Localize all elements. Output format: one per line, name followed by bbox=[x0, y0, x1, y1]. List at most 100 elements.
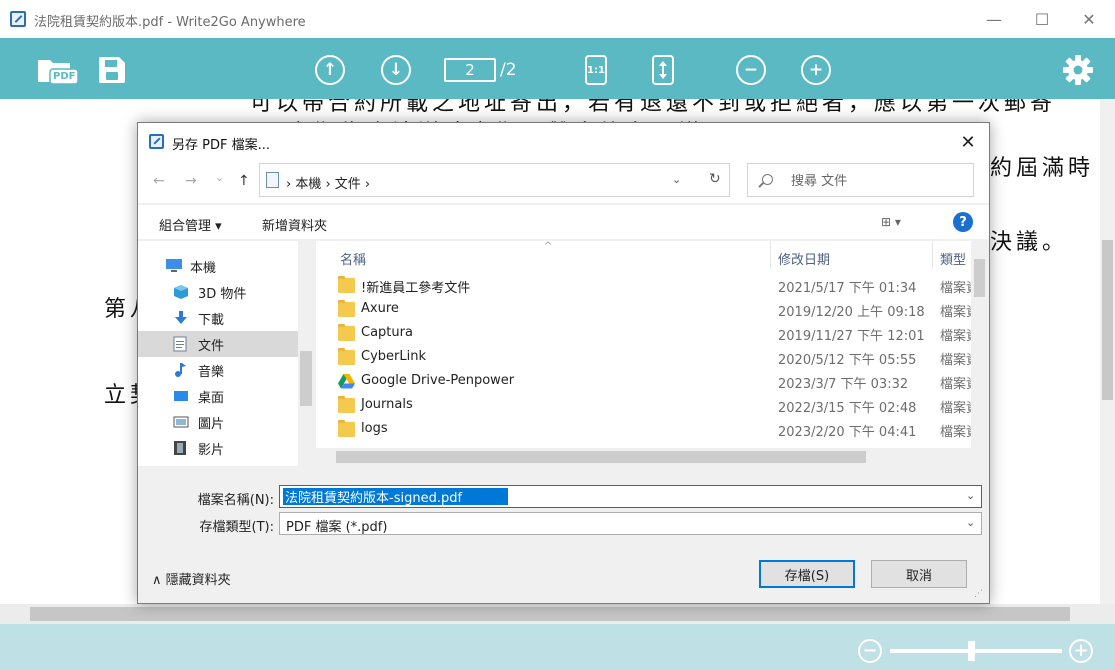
nav-item-label: 桌面 bbox=[198, 390, 225, 406]
cancel-button[interactable]: 取消 bbox=[871, 560, 967, 588]
plus-icon: + bbox=[1073, 640, 1089, 661]
file-list-vertical-scroll-thumb[interactable] bbox=[974, 259, 985, 297]
status-zoom-out-button[interactable]: − bbox=[858, 639, 882, 663]
file-date: 2019/11/27 下午 12:01 bbox=[778, 329, 925, 344]
address-dropdown-icon[interactable]: ⌄ bbox=[672, 173, 681, 186]
search-box[interactable] bbox=[747, 163, 974, 197]
minimize-button[interactable]: — bbox=[979, 8, 1009, 30]
column-divider[interactable] bbox=[932, 241, 933, 269]
file-type: 檔案資料夾 bbox=[940, 281, 971, 296]
column-header-date[interactable]: 修改日期 bbox=[778, 249, 830, 268]
status-bar bbox=[0, 624, 1115, 670]
documents-folder-icon bbox=[266, 172, 279, 188]
arrow-up-icon: ↑ bbox=[322, 59, 338, 80]
nav-item-pictures[interactable]: 圖片 bbox=[138, 409, 298, 435]
file-name: Google Drive-Penpower bbox=[361, 373, 515, 388]
up-folder-button[interactable]: ↑ bbox=[238, 173, 250, 189]
chevron-down-icon[interactable]: ⌄ bbox=[966, 516, 975, 529]
document-vertical-scroll-thumb[interactable] bbox=[1102, 240, 1113, 400]
file-row[interactable]: Captura 2019/11/27 下午 12:01 檔案資料夾 bbox=[316, 322, 971, 346]
folder-icon bbox=[338, 300, 355, 317]
file-row[interactable]: CyberLink 2020/5/12 下午 05:55 檔案資料夾 bbox=[316, 346, 971, 370]
file-row[interactable]: Journals 2022/3/15 下午 02:48 檔案資料夾 bbox=[316, 394, 971, 418]
chevron-down-icon[interactable]: ⌄ bbox=[966, 489, 975, 502]
organize-menu[interactable]: 組合管理 ▾ bbox=[159, 215, 222, 234]
document-horizontal-scroll-thumb[interactable] bbox=[30, 607, 1070, 621]
hide-folders-button[interactable]: ∧ 隱藏資料夾 bbox=[152, 569, 231, 588]
zoom-in-button[interactable]: + bbox=[801, 55, 831, 85]
file-list-horizontal-scroll-thumb[interactable] bbox=[336, 451, 866, 463]
file-date: 2022/3/15 下午 02:48 bbox=[778, 401, 917, 416]
file-type: 檔案資料夾 bbox=[940, 425, 971, 440]
filetype-value: PDF 檔案 (*.pdf) bbox=[286, 520, 388, 535]
settings-button[interactable] bbox=[1061, 53, 1095, 87]
filename-input[interactable] bbox=[283, 488, 508, 505]
zoom-slider[interactable] bbox=[890, 649, 1062, 653]
gear-icon bbox=[1063, 55, 1093, 85]
arrow-down-icon: ↓ bbox=[388, 59, 404, 80]
recent-locations-button[interactable]: ⌄ bbox=[215, 171, 224, 184]
address-bar[interactable]: › 本機 › 文件 › ⌄ ↻ bbox=[259, 163, 730, 197]
nav-item-videos[interactable]: 影片 bbox=[138, 435, 298, 461]
refresh-icon[interactable]: ↻ bbox=[709, 171, 721, 187]
search-input[interactable] bbox=[791, 172, 966, 190]
new-folder-button[interactable]: 新增資料夾 bbox=[262, 215, 327, 234]
nav-item-documents[interactable]: 文件 bbox=[138, 331, 298, 357]
file-row[interactable]: !新進員工參考文件 2021/5/17 下午 01:34 檔案資料夾 bbox=[316, 274, 971, 298]
nav-item-music[interactable]: 音樂 bbox=[138, 357, 298, 383]
address-path[interactable]: › 本機 › 文件 › bbox=[286, 173, 370, 192]
nav-item-label: 影片 bbox=[198, 442, 225, 458]
page-number-input[interactable]: 2 bbox=[444, 58, 496, 82]
file-name: Journals bbox=[361, 397, 413, 412]
app-icon bbox=[10, 11, 26, 27]
filetype-select[interactable]: PDF 檔案 (*.pdf) ⌄ bbox=[279, 512, 982, 535]
nav-item-this-pc[interactable]: 本機 bbox=[138, 253, 298, 279]
nav-item-label: 下載 bbox=[198, 312, 225, 328]
resize-grip-icon[interactable]: ⋰ bbox=[974, 589, 983, 599]
doc-line: 決議。 bbox=[990, 230, 1069, 255]
save-icon bbox=[99, 57, 125, 83]
window-title: 法院租賃契約版本.pdf - Write2Go Anywhere bbox=[34, 15, 306, 30]
file-row[interactable]: Google Drive-Penpower 2023/3/7 下午 03:32 … bbox=[316, 370, 971, 394]
fit-height-button[interactable] bbox=[652, 55, 674, 85]
nav-item-3d-objects[interactable]: 3D 物件 bbox=[138, 279, 298, 305]
sort-ascending-icon: ^ bbox=[544, 241, 553, 252]
file-row[interactable]: logs 2023/2/20 下午 04:41 檔案資料夾 bbox=[316, 418, 971, 442]
desktop-icon bbox=[173, 388, 191, 404]
open-pdf-button[interactable]: PDF bbox=[36, 54, 80, 86]
save-button[interactable]: 存檔(S) bbox=[759, 560, 855, 588]
page-down-button[interactable]: ↓ bbox=[381, 55, 411, 85]
forward-button[interactable]: → bbox=[185, 173, 197, 189]
view-options-icon[interactable]: ⊞ ▾ bbox=[881, 215, 901, 229]
pictures-icon bbox=[173, 414, 191, 430]
doc-line: 約屆滿時 bbox=[990, 156, 1095, 181]
actual-size-button[interactable]: 1:1 bbox=[585, 55, 607, 85]
zoom-out-button[interactable]: − bbox=[736, 55, 766, 85]
navigation-pane-scroll-thumb[interactable] bbox=[300, 351, 312, 406]
file-name: CyberLink bbox=[361, 349, 426, 364]
nav-item-desktop[interactable]: 桌面 bbox=[138, 383, 298, 409]
nav-item-label: 3D 物件 bbox=[198, 286, 247, 302]
dialog-close-button[interactable]: ✕ bbox=[956, 130, 980, 154]
close-window-button[interactable]: ✕ bbox=[1074, 8, 1104, 30]
help-icon[interactable]: ? bbox=[953, 212, 973, 232]
file-date: 2023/2/20 下午 04:41 bbox=[778, 425, 917, 440]
file-date: 2023/3/7 下午 03:32 bbox=[778, 377, 909, 392]
back-button[interactable]: ← bbox=[153, 173, 165, 189]
file-row[interactable]: Axure 2019/12/20 上午 09:18 檔案資料夾 bbox=[316, 298, 971, 322]
file-name: Captura bbox=[361, 325, 413, 340]
nav-item-downloads[interactable]: 下載 bbox=[138, 305, 298, 331]
save-toolbar-button[interactable] bbox=[96, 54, 128, 86]
folder-icon bbox=[338, 324, 355, 341]
page-up-button[interactable]: ↑ bbox=[315, 55, 345, 85]
column-header-name[interactable]: 名稱 bbox=[340, 249, 366, 268]
computer-icon bbox=[165, 258, 183, 274]
zoom-slider-thumb[interactable] bbox=[968, 641, 975, 661]
maximize-button[interactable]: ☐ bbox=[1027, 8, 1057, 30]
folder-icon bbox=[338, 396, 355, 413]
column-header-type[interactable]: 類型 bbox=[940, 249, 966, 268]
filename-field[interactable]: ⌄ bbox=[279, 485, 982, 508]
column-divider[interactable] bbox=[770, 241, 771, 269]
status-zoom-in-button[interactable]: + bbox=[1069, 639, 1093, 663]
save-as-dialog: 另存 PDF 檔案... ✕ ← → ⌄ ↑ › 本機 › 文件 › ⌄ ↻ 組… bbox=[137, 122, 990, 604]
